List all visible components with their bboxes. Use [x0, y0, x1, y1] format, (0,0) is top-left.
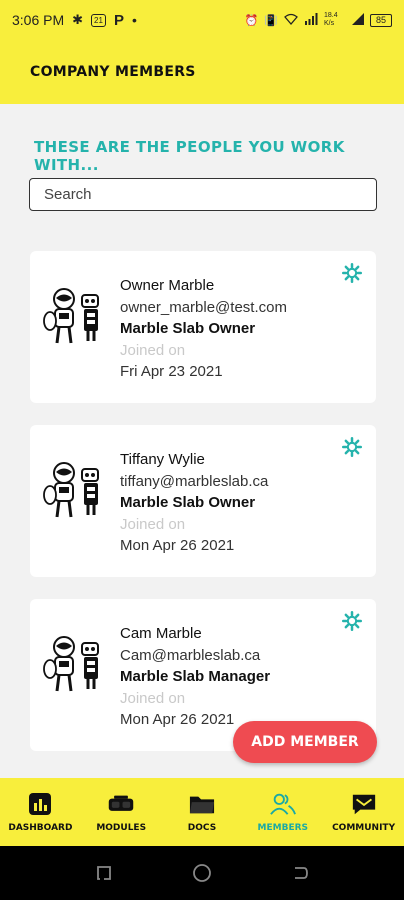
system-nav-bar [0, 846, 404, 900]
member-email: owner_marble@test.com [120, 298, 287, 316]
parking-icon: P [113, 11, 124, 29]
vr-headset-icon [108, 795, 134, 811]
astronaut-robot-avatar [43, 288, 99, 344]
member-info: Cam Marble Cam@marbleslab.ca Marble Slab… [120, 623, 270, 731]
recents-button[interactable] [93, 862, 115, 884]
back-button[interactable] [289, 862, 311, 884]
member-info: Owner Marble owner_marble@test.com Marbl… [120, 275, 287, 383]
vibrate-icon: 📳 [264, 14, 278, 27]
nav-item-modules[interactable]: MODULES [81, 778, 162, 846]
slack-icon: ✱ [72, 12, 84, 27]
member-role: Marble Slab Owner [120, 320, 256, 337]
folder-icon [189, 796, 215, 814]
community-icon [352, 794, 375, 815]
calendar-icon: 21 [91, 13, 106, 27]
joined-date: Mon Apr 26 2021 [120, 537, 235, 554]
nav-label-members: MEMBERS [257, 823, 309, 833]
member-name: Tiffany Wylie [120, 451, 205, 468]
joined-date: Fri Apr 23 2021 [120, 363, 223, 380]
nav-label-dashboard: DASHBOARD [8, 823, 73, 833]
dashboard-icon [29, 793, 52, 815]
home-icon [193, 864, 211, 882]
nav-item-members[interactable]: MEMBERS [242, 778, 323, 846]
alarm-icon: ⏰ [244, 14, 259, 27]
astronaut-robot-avatar [43, 462, 99, 518]
joined-label: Joined on [120, 689, 186, 707]
member-role: Marble Slab Manager [120, 668, 271, 685]
nav-item-docs[interactable]: DOCS [162, 778, 243, 846]
member-role: Marble Slab Owner [120, 494, 256, 511]
dot-icon: • [131, 12, 137, 28]
member-card[interactable]: Owner Marble owner_marble@test.com Marbl… [30, 251, 376, 403]
nav-item-community[interactable]: COMMUNITY [323, 778, 404, 846]
back-icon [295, 867, 308, 879]
search-input[interactable] [29, 178, 377, 211]
network-speed: 18.4 K/s [324, 12, 338, 27]
member-email: Cam@marbleslab.ca [120, 646, 261, 664]
members-icon [269, 793, 296, 815]
add-member-button[interactable]: ADD MEMBER [233, 721, 377, 763]
app-header: COMPANY MEMBERS [0, 40, 404, 104]
status-bar: 3:06 PM ✱ 21 P • ⏰ 📳 18.4 K/s 85 [0, 0, 404, 40]
gear-icon[interactable] [342, 611, 362, 631]
page-title: COMPANY MEMBERS [30, 64, 196, 80]
signal-icon-2 [352, 12, 364, 28]
member-info: Tiffany Wylie tiffany@marbleslab.ca Marb… [120, 449, 268, 557]
nav-label-community: COMMUNITY [332, 823, 396, 833]
battery-icon: 85 [370, 13, 392, 27]
joined-label: Joined on [120, 515, 186, 533]
joined-label: Joined on [120, 341, 186, 359]
nav-item-dashboard[interactable]: DASHBOARD [0, 778, 81, 846]
bottom-nav: DASHBOARD MODULES DOCS MEMBERS COMMUNITY [0, 778, 404, 846]
nav-label-docs: DOCS [187, 823, 217, 833]
member-email: tiffany@marbleslab.ca [120, 472, 269, 490]
wifi-icon [284, 13, 298, 28]
astronaut-robot-avatar [43, 636, 99, 692]
member-card[interactable]: Tiffany Wylie tiffany@marbleslab.ca Marb… [30, 425, 376, 577]
member-name: Cam Marble [120, 625, 202, 642]
signal-icon [304, 12, 318, 28]
gear-icon[interactable] [342, 437, 362, 457]
status-time: 3:06 PM [12, 12, 65, 28]
recents-icon [97, 866, 111, 880]
home-button[interactable] [191, 862, 213, 884]
member-name: Owner Marble [120, 277, 215, 294]
subtitle: THESE ARE THE PEOPLE YOU WORK WITH... [34, 138, 345, 174]
nav-label-modules: MODULES [96, 823, 147, 833]
gear-icon[interactable] [342, 263, 362, 283]
